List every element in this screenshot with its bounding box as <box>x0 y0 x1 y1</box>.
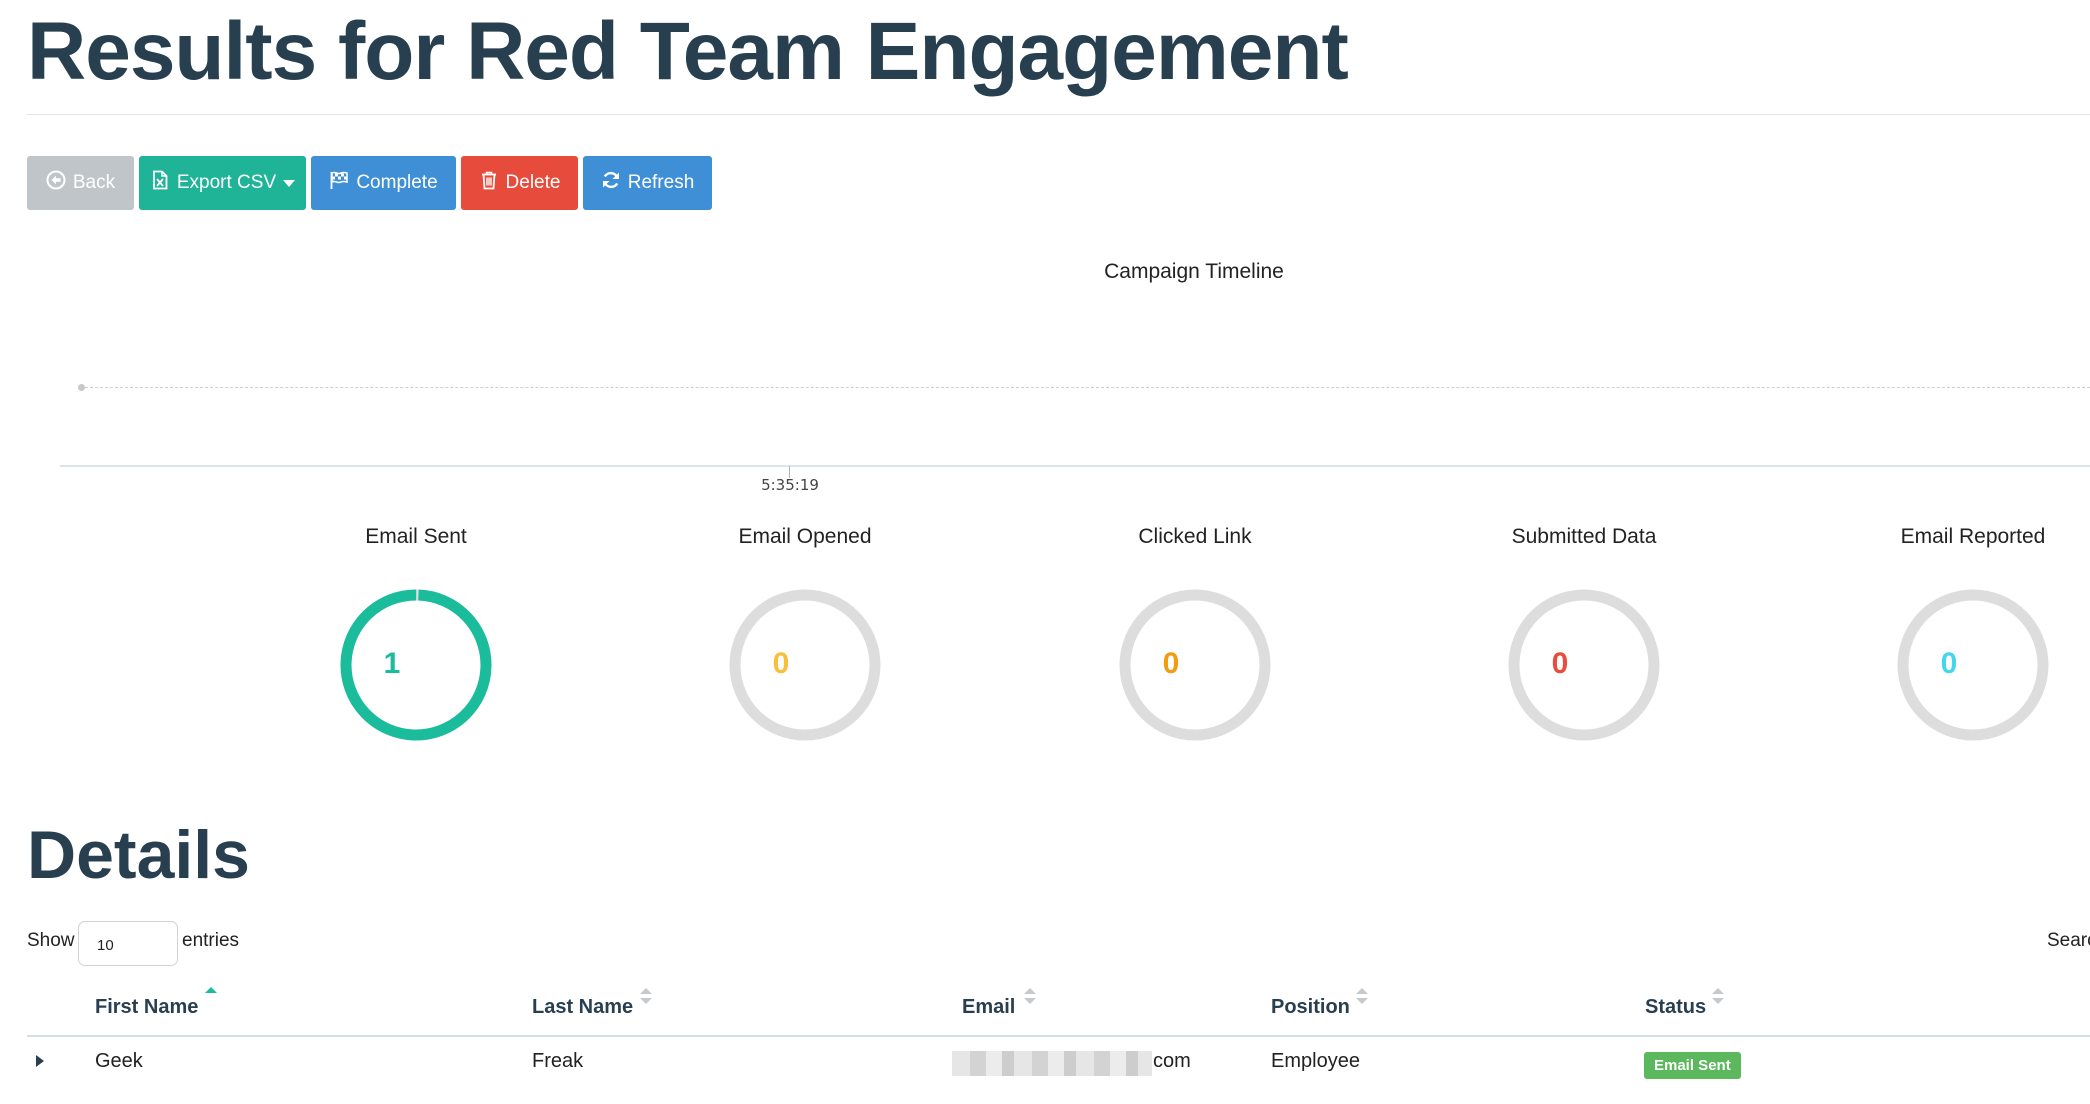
sort-both-icon[interactable] <box>1355 986 1369 1008</box>
donut-progress-arc <box>340 589 492 741</box>
timeline-event-point[interactable] <box>78 384 85 391</box>
timeline-tick-label: 5:35:19 <box>761 476 819 494</box>
stat-label: Submitted Data <box>1511 525 1657 548</box>
cell-last-name: Freak <box>532 1050 584 1072</box>
stat-donut-chart: 0 <box>1117 587 1273 743</box>
refresh-button[interactable]: Refresh <box>583 156 712 210</box>
column-header-first-name[interactable]: First Name <box>95 996 198 1019</box>
donut-track <box>1119 589 1271 741</box>
cell-first-name: Geek <box>95 1050 143 1072</box>
sort-both-icon[interactable] <box>639 986 653 1008</box>
checkered-flag-icon <box>329 170 349 196</box>
page-title: Results for Red Team Engagement <box>27 6 1349 97</box>
stat-label: Clicked Link <box>1138 525 1252 548</box>
export-csv-button[interactable]: Export CSV <box>139 156 306 210</box>
refresh-icon <box>601 170 621 196</box>
cell-position: Employee <box>1271 1050 1360 1072</box>
column-header-status[interactable]: Status <box>1645 996 1706 1019</box>
back-button[interactable]: Back <box>27 156 134 210</box>
delete-button[interactable]: Delete <box>461 156 578 210</box>
export-csv-label: Export CSV <box>176 172 277 193</box>
timeline-title: Campaign Timeline <box>1104 260 1284 283</box>
back-button-label: Back <box>72 172 116 193</box>
stat-value: 0 <box>1940 647 1958 680</box>
redacted-email-block <box>952 1051 1152 1076</box>
donut-track <box>1508 589 1660 741</box>
stat-donut-chart: 1 <box>338 587 494 743</box>
title-divider <box>27 114 2090 115</box>
stat-label: Email Sent <box>365 525 467 548</box>
entries-per-page-select[interactable]: 10 <box>78 921 178 966</box>
donut-track <box>729 589 881 741</box>
details-heading: Details <box>27 817 250 893</box>
column-header-last-name[interactable]: Last Name <box>532 996 633 1019</box>
expand-row-icon[interactable] <box>36 1055 44 1067</box>
stat-value: 0 <box>1162 647 1180 680</box>
file-excel-icon <box>150 170 170 196</box>
column-header-position[interactable]: Position <box>1271 996 1350 1019</box>
table-header-divider <box>27 1035 2090 1037</box>
trash-icon <box>479 170 499 196</box>
timeline-x-axis <box>60 465 2090 467</box>
status-badge: Email Sent <box>1644 1052 1741 1079</box>
stat-donut-chart: 0 <box>727 587 883 743</box>
caret-down-icon <box>283 179 296 187</box>
complete-button[interactable]: Complete <box>311 156 456 210</box>
arrow-circle-left-icon <box>46 170 66 196</box>
stat-submitted-data: Submitted Data 0 <box>1434 525 1734 741</box>
stat-label: Email Opened <box>738 525 872 548</box>
stat-clicked-link: Clicked Link 0 <box>1045 525 1345 741</box>
delete-button-label: Delete <box>505 172 561 193</box>
stat-donut-chart: 0 <box>1506 587 1662 743</box>
refresh-button-label: Refresh <box>627 172 695 193</box>
column-header-email[interactable]: Email <box>962 996 1015 1019</box>
show-label: Show <box>27 930 75 951</box>
stat-email-reported: Email Reported 0 <box>1823 525 2090 741</box>
sort-ascending-icon[interactable] <box>204 986 218 1008</box>
cell-email-suffix: com <box>1153 1050 1191 1072</box>
stat-value: 0 <box>772 647 790 680</box>
search-label: Search: <box>2047 930 2090 951</box>
complete-button-label: Complete <box>356 172 438 193</box>
sort-both-icon[interactable] <box>1023 986 1037 1008</box>
stat-email-opened: Email Opened 0 <box>655 525 955 741</box>
stat-value: 0 <box>1551 647 1569 680</box>
timeline-series-line <box>85 387 2090 388</box>
stat-value: 1 <box>383 647 401 680</box>
entries-label: entries <box>182 930 240 951</box>
stat-label: Email Reported <box>1900 525 2046 548</box>
stat-email-sent: Email Sent 1 <box>266 525 566 741</box>
stat-donut-chart: 0 <box>1895 587 2051 743</box>
donut-track <box>1897 589 2049 741</box>
sort-both-icon[interactable] <box>1711 986 1725 1008</box>
